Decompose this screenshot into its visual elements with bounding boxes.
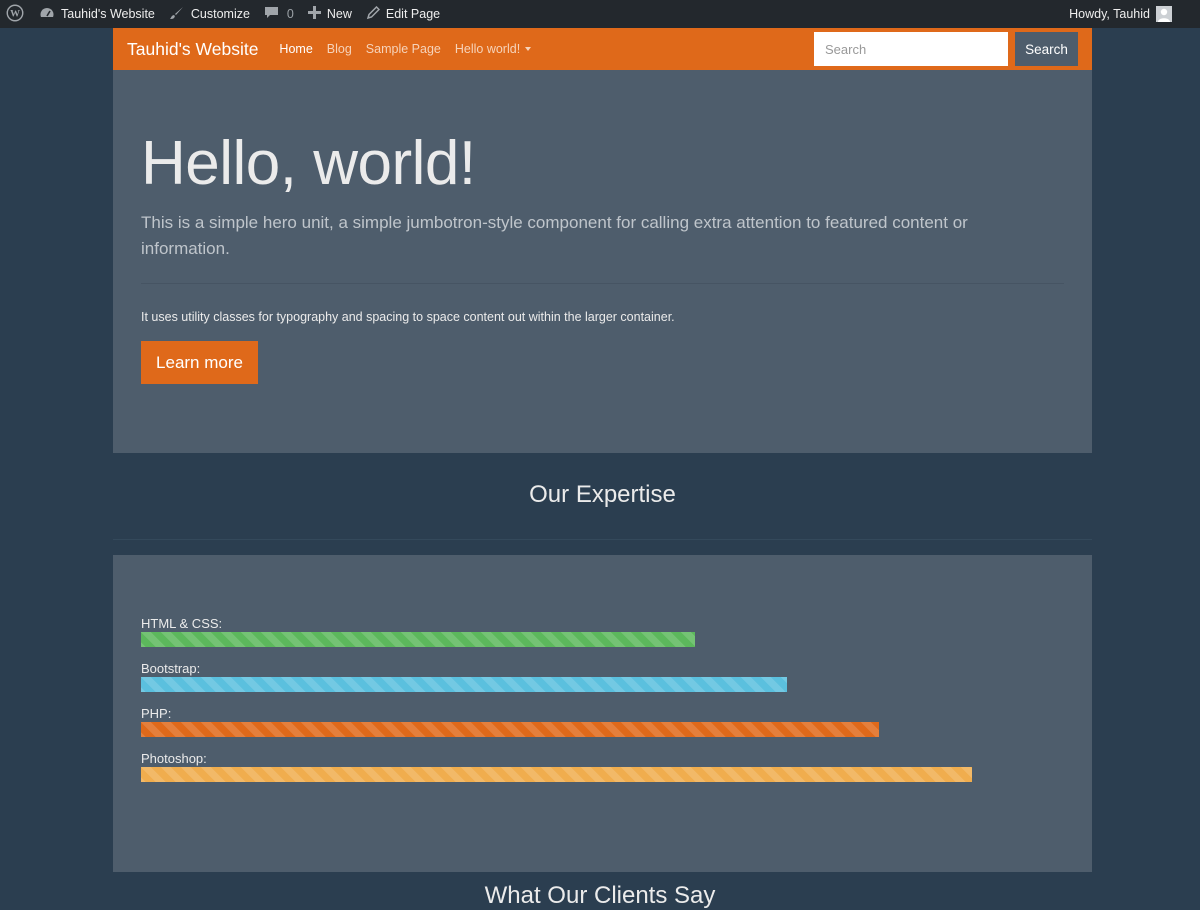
search-input[interactable] [814,32,1008,66]
brush-icon [169,5,191,24]
pencil-icon [366,5,386,23]
nav-link-hello-world-label: Hello world! [454,42,521,56]
skill-label: HTML & CSS: [141,616,223,631]
skill-item: Bootstrap: [141,660,1064,692]
navbar-brand[interactable]: Tauhid's Website [127,39,258,60]
skill-item: Photoshop: [141,750,1064,782]
nav-links: Home Blog Sample Page Hello world! [279,42,545,56]
progress-bar [141,677,788,692]
hero-divider [141,283,1064,284]
nav-link-sample-page[interactable]: Sample Page [366,42,441,56]
comment-icon [264,5,285,23]
nav-link-hello-world-dropdown[interactable]: Hello world! [454,42,532,56]
progress-bar [141,767,972,782]
customize-label: Customize [190,7,250,21]
site-navbar: Tauhid's Website Home Blog Sample Page H… [113,28,1092,70]
expertise-panel: HTML & CSS: Bootstrap: PHP: Photoshop: [113,555,1092,872]
hero-title: Hello, world! [141,129,476,198]
admin-bar-comments[interactable]: 0 [257,0,301,28]
admin-bar-right: Howdy, Tauhid [1062,0,1200,28]
admin-bar-edit-page[interactable]: Edit Page [359,0,447,28]
wordpress-logo-button[interactable]: W [0,0,32,28]
nav-link-home[interactable]: Home [279,42,312,56]
progress-track [141,722,1064,737]
site-name-label: Tauhid's Website [61,7,155,21]
hero-text: It uses utility classes for typography a… [141,310,675,324]
new-label: New [326,7,352,21]
nav-link-blog[interactable]: Blog [327,42,352,56]
skill-label: PHP: [141,706,172,721]
edit-page-label: Edit Page [385,7,441,21]
caret-down-icon [525,47,532,51]
wordpress-icon: W [6,4,24,25]
expertise-title: Our Expertise [113,453,1092,540]
dashboard-icon [39,6,61,23]
hero-lead: This is a simple hero unit, a simple jum… [141,213,968,258]
svg-text:W: W [10,8,20,19]
progress-track [141,767,1064,782]
admin-bar-left: W Tauhid's Website Customize 0 New Edit … [0,0,447,28]
skill-item: PHP: [141,705,1064,737]
admin-bar-account[interactable]: Howdy, Tauhid [1062,0,1200,28]
comments-count: 0 [286,7,294,21]
admin-bar: W Tauhid's Website Customize 0 New Edit … [0,0,1200,28]
learn-more-button[interactable]: Learn more [141,341,258,384]
plus-icon [307,6,327,22]
admin-bar-site-name[interactable]: Tauhid's Website [32,0,162,28]
howdy-label: Howdy, Tauhid [1069,7,1150,21]
search-button[interactable]: Search [1015,32,1078,66]
avatar [1156,6,1172,22]
progress-bar [141,632,695,647]
progress-bar [141,722,880,737]
progress-track [141,677,1064,692]
hero-jumbotron: Hello, world! This is a simple hero unit… [113,70,1092,453]
clients-title: What Our Clients Say [484,882,716,909]
admin-bar-customize[interactable]: Customize [162,0,257,28]
admin-bar-new[interactable]: New [301,0,359,28]
skill-label: Bootstrap: [141,661,201,676]
skill-label: Photoshop: [141,751,207,766]
nav-search-form: Search [814,32,1078,66]
skill-item: HTML & CSS: [141,615,1064,647]
page-container: Tauhid's Website Home Blog Sample Page H… [113,28,1092,872]
progress-track [141,632,1064,647]
